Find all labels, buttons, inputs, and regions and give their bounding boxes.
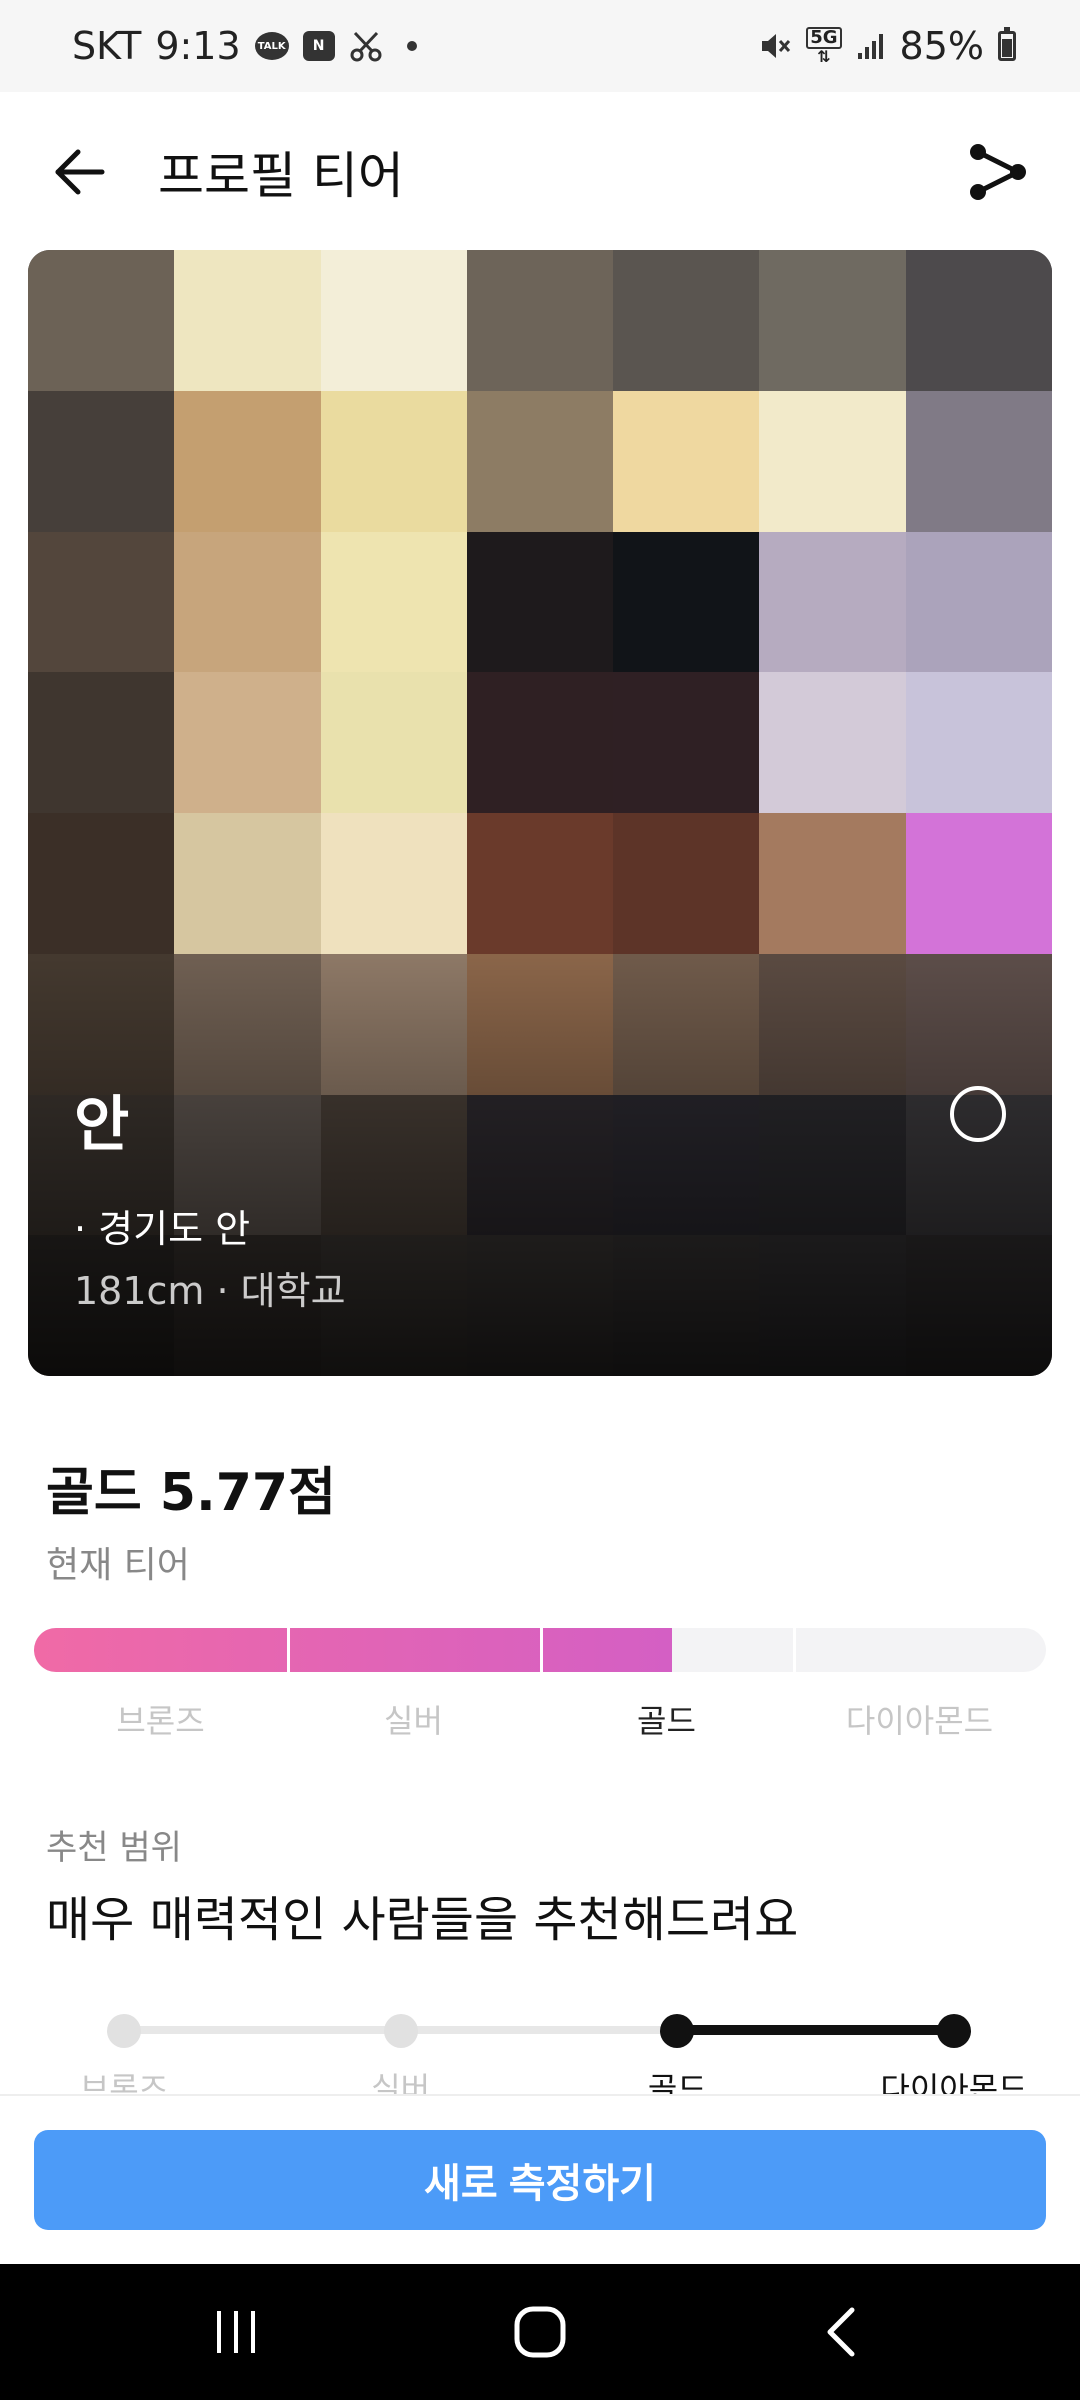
photo-pixel	[905, 813, 1052, 954]
recommend-range-caption: 추천 범위	[46, 1828, 182, 1868]
status-bar: SKT 9:13 TALK N 5G ⇅ 85%	[0, 0, 1080, 92]
status-left: SKT 9:13 TALK N	[72, 24, 417, 68]
photo-pixel	[320, 531, 467, 673]
photo-pixel	[466, 672, 614, 813]
app-header: 프로필 티어	[0, 92, 1080, 252]
notification-dot-icon	[406, 41, 417, 51]
photo-pixel	[905, 672, 1052, 813]
photo-pixel	[466, 813, 614, 954]
tier-labels: 브론즈 실버 골드 다이아몬드	[34, 1696, 1046, 1742]
back-nav-button[interactable]	[780, 2292, 900, 2372]
photo-pixel	[613, 672, 760, 813]
tier-score-title: 골드 5.77점	[46, 1463, 336, 1523]
range-stop-silver[interactable]	[383, 2014, 418, 2048]
tier-label-diamond: 다이아몬드	[845, 1702, 994, 1740]
photo-pixel	[28, 390, 175, 532]
arrow-left-icon	[55, 149, 105, 195]
back-button[interactable]	[40, 132, 120, 212]
photo-pixel	[28, 531, 175, 673]
photo-pixel	[28, 813, 175, 954]
range-active-track	[677, 2025, 954, 2035]
scissors-icon	[349, 29, 383, 63]
chevron-left-icon	[827, 2307, 855, 2357]
profile-card[interactable]: 안 · 경기도 안 181cm · 대학교	[28, 250, 1052, 1376]
tier-divider	[540, 1628, 543, 1672]
kakaotalk-icon: TALK	[254, 32, 289, 60]
mail-icon: N	[302, 31, 335, 61]
system-nav-bar	[0, 2264, 1080, 2400]
photo-pixel	[759, 813, 906, 954]
clock: 9:13	[155, 24, 241, 68]
data-arrows-icon: ⇅	[817, 47, 831, 66]
photo-pixel	[28, 250, 175, 391]
range-stop-diamond[interactable]	[937, 2014, 971, 2048]
network-label: 5G	[806, 27, 842, 49]
tier-label-bronze: 브론즈	[116, 1702, 205, 1740]
home-icon	[514, 2306, 566, 2358]
home-button[interactable]	[480, 2292, 600, 2372]
photo-pixel	[613, 390, 760, 532]
carrier-label: SKT	[72, 24, 142, 68]
photo-pixel	[905, 250, 1052, 391]
profile-name: 안	[74, 1090, 130, 1160]
tier-caption: 현재 티어	[46, 1545, 190, 1586]
photo-pixel	[759, 250, 906, 391]
photo-pixel	[28, 672, 175, 813]
tier-progress-fill	[34, 1628, 672, 1672]
status-right: 5G ⇅ 85%	[758, 24, 1016, 68]
page-title: 프로필 티어	[158, 147, 404, 205]
tier-divider	[287, 1628, 290, 1672]
profile-details: 181cm · 대학교	[74, 1269, 346, 1313]
tier-label-gold: 골드	[637, 1702, 696, 1740]
recommend-range-slider[interactable]: 브론즈 실버 골드 다이아몬드	[0, 2000, 1080, 2108]
network-5g-icon: 5G ⇅	[806, 27, 842, 66]
photo-pixel	[613, 250, 760, 391]
tier-progress-bar	[34, 1628, 1046, 1672]
recent-apps-button[interactable]	[176, 2292, 296, 2372]
profile-location: · 경기도 안	[74, 1207, 251, 1251]
recommend-range-text: 매우 매력적인 사람들을 추천해드려요	[46, 1892, 799, 1948]
photo-pixel	[613, 531, 760, 673]
photo-pixel	[174, 250, 321, 391]
share-button[interactable]	[956, 130, 1040, 214]
photo-pixel	[174, 390, 321, 532]
photo-pixel	[320, 672, 467, 813]
photo-pixel	[759, 672, 906, 813]
remeasure-button[interactable]: 새로 측정하기	[34, 2130, 1046, 2230]
photo-pixel	[320, 250, 467, 391]
photo-pixel	[759, 531, 906, 673]
mute-icon	[758, 29, 792, 63]
photo-pixel	[466, 390, 614, 532]
share-icon	[970, 144, 1026, 200]
photo-pixel	[905, 390, 1052, 532]
photo-pixel	[466, 531, 614, 673]
recent-apps-icon	[217, 2311, 255, 2353]
battery-icon	[998, 27, 1016, 61]
photo-pixel	[174, 531, 321, 673]
range-stop-gold[interactable]	[660, 2014, 695, 2048]
signal-icon	[856, 31, 886, 61]
tier-divider	[793, 1628, 796, 1672]
photo-pixel	[905, 531, 1052, 673]
photo-pixel	[174, 672, 321, 813]
photo-pixel	[174, 813, 321, 954]
photo-pixel	[613, 813, 760, 954]
photo-pixel	[320, 813, 467, 954]
photo-pixel	[466, 250, 614, 391]
tier-label-silver: 실버	[384, 1702, 443, 1740]
photo-pixel	[759, 390, 906, 532]
bottom-action-area: 새로 측정하기	[0, 2094, 1080, 2264]
info-icon[interactable]	[950, 1086, 1006, 1142]
photo-pixel	[320, 390, 467, 532]
range-stop-bronze[interactable]	[107, 2014, 141, 2048]
battery-percent: 85%	[899, 24, 984, 68]
